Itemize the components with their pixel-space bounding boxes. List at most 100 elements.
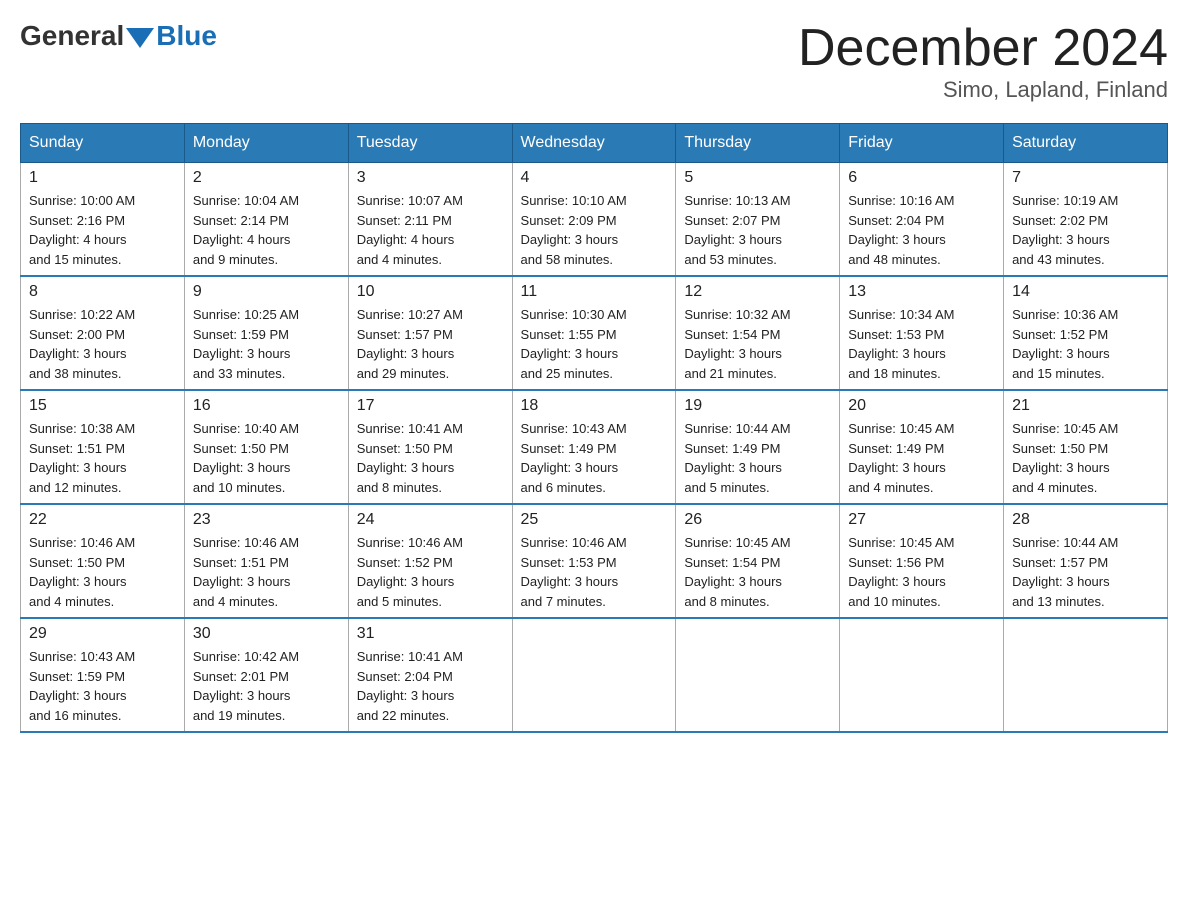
- day-info: Sunrise: 10:04 AM Sunset: 2:14 PM Daylig…: [193, 191, 340, 269]
- day-info: Sunrise: 10:22 AM Sunset: 2:00 PM Daylig…: [29, 305, 176, 383]
- calendar-body: 1 Sunrise: 10:00 AM Sunset: 2:16 PM Dayl…: [21, 163, 1168, 733]
- day-number: 19: [684, 397, 831, 415]
- day-number: 13: [848, 283, 995, 301]
- logo-blue-text: Blue: [156, 20, 217, 52]
- calendar-cell: 1 Sunrise: 10:00 AM Sunset: 2:16 PM Dayl…: [21, 163, 185, 277]
- calendar-cell: 22 Sunrise: 10:46 AM Sunset: 1:50 PM Day…: [21, 504, 185, 618]
- day-info: Sunrise: 10:43 AM Sunset: 1:59 PM Daylig…: [29, 647, 176, 725]
- day-info: Sunrise: 10:45 AM Sunset: 1:54 PM Daylig…: [684, 533, 831, 611]
- day-info: Sunrise: 10:44 AM Sunset: 1:49 PM Daylig…: [684, 419, 831, 497]
- day-number: 3: [357, 169, 504, 187]
- day-number: 7: [1012, 169, 1159, 187]
- day-info: Sunrise: 10:46 AM Sunset: 1:53 PM Daylig…: [521, 533, 668, 611]
- day-number: 28: [1012, 511, 1159, 529]
- calendar-week-2: 8 Sunrise: 10:22 AM Sunset: 2:00 PM Dayl…: [21, 276, 1168, 390]
- calendar-cell: 3 Sunrise: 10:07 AM Sunset: 2:11 PM Dayl…: [348, 163, 512, 277]
- calendar-cell: 4 Sunrise: 10:10 AM Sunset: 2:09 PM Dayl…: [512, 163, 676, 277]
- calendar-cell: 16 Sunrise: 10:40 AM Sunset: 1:50 PM Day…: [184, 390, 348, 504]
- calendar-week-5: 29 Sunrise: 10:43 AM Sunset: 1:59 PM Day…: [21, 618, 1168, 732]
- calendar-cell: 21 Sunrise: 10:45 AM Sunset: 1:50 PM Day…: [1004, 390, 1168, 504]
- calendar-cell: 8 Sunrise: 10:22 AM Sunset: 2:00 PM Dayl…: [21, 276, 185, 390]
- day-info: Sunrise: 10:34 AM Sunset: 1:53 PM Daylig…: [848, 305, 995, 383]
- calendar-cell: 24 Sunrise: 10:46 AM Sunset: 1:52 PM Day…: [348, 504, 512, 618]
- day-info: Sunrise: 10:46 AM Sunset: 1:51 PM Daylig…: [193, 533, 340, 611]
- day-number: 5: [684, 169, 831, 187]
- day-number: 6: [848, 169, 995, 187]
- day-number: 11: [521, 283, 668, 301]
- day-number: 26: [684, 511, 831, 529]
- day-number: 24: [357, 511, 504, 529]
- calendar-cell: 17 Sunrise: 10:41 AM Sunset: 1:50 PM Day…: [348, 390, 512, 504]
- header-row: Sunday Monday Tuesday Wednesday Thursday…: [21, 124, 1168, 163]
- col-wednesday: Wednesday: [512, 124, 676, 163]
- calendar-cell: [1004, 618, 1168, 732]
- day-info: Sunrise: 10:43 AM Sunset: 1:49 PM Daylig…: [521, 419, 668, 497]
- calendar-cell: 27 Sunrise: 10:45 AM Sunset: 1:56 PM Day…: [840, 504, 1004, 618]
- col-tuesday: Tuesday: [348, 124, 512, 163]
- day-number: 16: [193, 397, 340, 415]
- calendar-cell: 28 Sunrise: 10:44 AM Sunset: 1:57 PM Day…: [1004, 504, 1168, 618]
- calendar-cell: 9 Sunrise: 10:25 AM Sunset: 1:59 PM Dayl…: [184, 276, 348, 390]
- month-title: December 2024: [798, 20, 1168, 77]
- col-thursday: Thursday: [676, 124, 840, 163]
- page-header: General Blue December 2024 Simo, Lapland…: [20, 20, 1168, 103]
- day-info: Sunrise: 10:45 AM Sunset: 1:49 PM Daylig…: [848, 419, 995, 497]
- day-number: 31: [357, 625, 504, 643]
- day-number: 29: [29, 625, 176, 643]
- day-info: Sunrise: 10:19 AM Sunset: 2:02 PM Daylig…: [1012, 191, 1159, 269]
- day-info: Sunrise: 10:10 AM Sunset: 2:09 PM Daylig…: [521, 191, 668, 269]
- logo: General Blue: [20, 20, 217, 52]
- day-number: 15: [29, 397, 176, 415]
- col-sunday: Sunday: [21, 124, 185, 163]
- calendar-cell: 29 Sunrise: 10:43 AM Sunset: 1:59 PM Day…: [21, 618, 185, 732]
- day-info: Sunrise: 10:07 AM Sunset: 2:11 PM Daylig…: [357, 191, 504, 269]
- calendar-cell: 23 Sunrise: 10:46 AM Sunset: 1:51 PM Day…: [184, 504, 348, 618]
- calendar-table: Sunday Monday Tuesday Wednesday Thursday…: [20, 123, 1168, 733]
- calendar-week-4: 22 Sunrise: 10:46 AM Sunset: 1:50 PM Day…: [21, 504, 1168, 618]
- day-number: 1: [29, 169, 176, 187]
- calendar-header: Sunday Monday Tuesday Wednesday Thursday…: [21, 124, 1168, 163]
- calendar-cell: 15 Sunrise: 10:38 AM Sunset: 1:51 PM Day…: [21, 390, 185, 504]
- day-number: 8: [29, 283, 176, 301]
- day-number: 20: [848, 397, 995, 415]
- calendar-cell: [512, 618, 676, 732]
- calendar-cell: 31 Sunrise: 10:41 AM Sunset: 2:04 PM Day…: [348, 618, 512, 732]
- calendar-cell: 11 Sunrise: 10:30 AM Sunset: 1:55 PM Day…: [512, 276, 676, 390]
- day-number: 14: [1012, 283, 1159, 301]
- calendar-cell: 25 Sunrise: 10:46 AM Sunset: 1:53 PM Day…: [512, 504, 676, 618]
- day-info: Sunrise: 10:16 AM Sunset: 2:04 PM Daylig…: [848, 191, 995, 269]
- title-block: December 2024 Simo, Lapland, Finland: [798, 20, 1168, 103]
- calendar-cell: 19 Sunrise: 10:44 AM Sunset: 1:49 PM Day…: [676, 390, 840, 504]
- day-number: 10: [357, 283, 504, 301]
- logo-triangle-icon: [126, 28, 154, 48]
- day-number: 12: [684, 283, 831, 301]
- calendar-cell: 14 Sunrise: 10:36 AM Sunset: 1:52 PM Day…: [1004, 276, 1168, 390]
- calendar-cell: 10 Sunrise: 10:27 AM Sunset: 1:57 PM Day…: [348, 276, 512, 390]
- day-info: Sunrise: 10:38 AM Sunset: 1:51 PM Daylig…: [29, 419, 176, 497]
- calendar-cell: 5 Sunrise: 10:13 AM Sunset: 2:07 PM Dayl…: [676, 163, 840, 277]
- calendar-cell: 13 Sunrise: 10:34 AM Sunset: 1:53 PM Day…: [840, 276, 1004, 390]
- day-info: Sunrise: 10:42 AM Sunset: 2:01 PM Daylig…: [193, 647, 340, 725]
- calendar-cell: 26 Sunrise: 10:45 AM Sunset: 1:54 PM Day…: [676, 504, 840, 618]
- day-number: 18: [521, 397, 668, 415]
- day-number: 25: [521, 511, 668, 529]
- day-number: 27: [848, 511, 995, 529]
- calendar-cell: 30 Sunrise: 10:42 AM Sunset: 2:01 PM Day…: [184, 618, 348, 732]
- col-monday: Monday: [184, 124, 348, 163]
- day-number: 21: [1012, 397, 1159, 415]
- calendar-cell: 7 Sunrise: 10:19 AM Sunset: 2:02 PM Dayl…: [1004, 163, 1168, 277]
- day-info: Sunrise: 10:45 AM Sunset: 1:50 PM Daylig…: [1012, 419, 1159, 497]
- day-info: Sunrise: 10:36 AM Sunset: 1:52 PM Daylig…: [1012, 305, 1159, 383]
- day-info: Sunrise: 10:27 AM Sunset: 1:57 PM Daylig…: [357, 305, 504, 383]
- day-number: 9: [193, 283, 340, 301]
- day-info: Sunrise: 10:46 AM Sunset: 1:52 PM Daylig…: [357, 533, 504, 611]
- day-info: Sunrise: 10:41 AM Sunset: 2:04 PM Daylig…: [357, 647, 504, 725]
- day-info: Sunrise: 10:00 AM Sunset: 2:16 PM Daylig…: [29, 191, 176, 269]
- day-info: Sunrise: 10:25 AM Sunset: 1:59 PM Daylig…: [193, 305, 340, 383]
- day-number: 17: [357, 397, 504, 415]
- calendar-cell: 12 Sunrise: 10:32 AM Sunset: 1:54 PM Day…: [676, 276, 840, 390]
- location: Simo, Lapland, Finland: [798, 77, 1168, 103]
- calendar-week-1: 1 Sunrise: 10:00 AM Sunset: 2:16 PM Dayl…: [21, 163, 1168, 277]
- day-info: Sunrise: 10:40 AM Sunset: 1:50 PM Daylig…: [193, 419, 340, 497]
- day-info: Sunrise: 10:32 AM Sunset: 1:54 PM Daylig…: [684, 305, 831, 383]
